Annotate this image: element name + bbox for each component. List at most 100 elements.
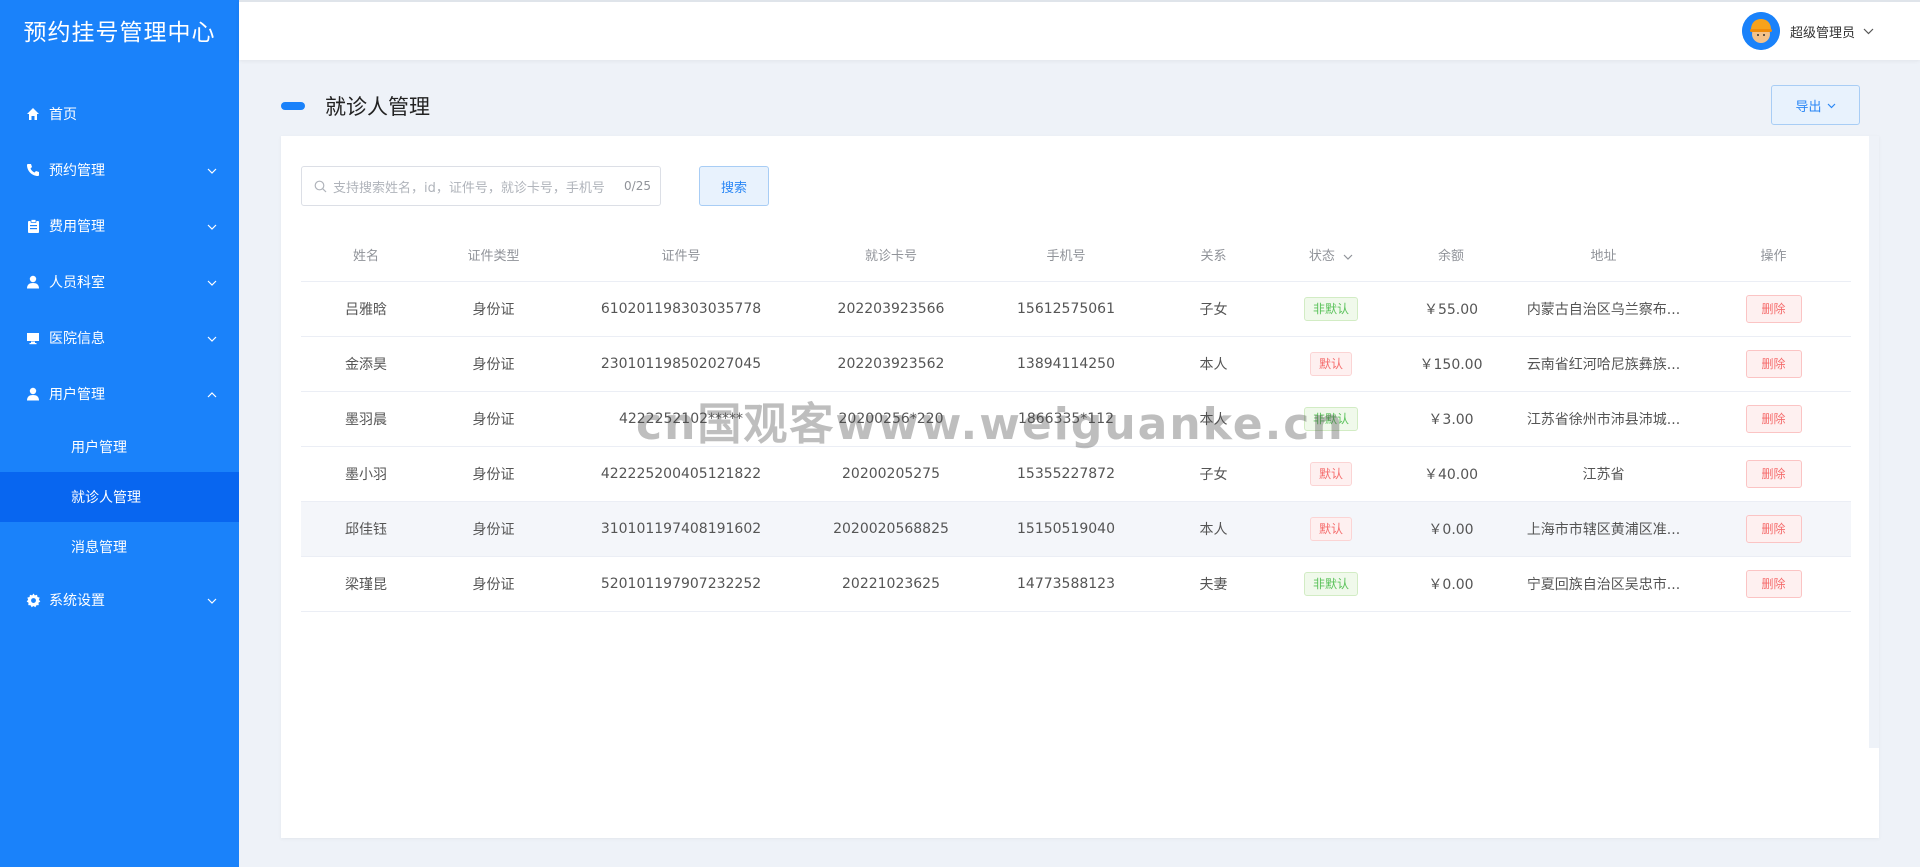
username: 超级管理员 [1789, 25, 1855, 41]
delete-button[interactable]: 删除 [1745, 460, 1802, 488]
scrollbar[interactable] [1869, 136, 1879, 748]
users-submenu: 用户管理 就诊人管理 消息管理 [0, 422, 239, 572]
cell-phone: 14773588123 [1017, 576, 1115, 592]
sidebar-item-home[interactable]: 首页 [0, 86, 239, 142]
sidebar-subitem-patient-management[interactable]: 就诊人管理 [0, 472, 239, 522]
delete-button[interactable]: 删除 [1745, 515, 1802, 543]
table-body: 吕雅晗 身份证 610201198303035778 202203923566 1561… [301, 282, 1851, 612]
cell-address: 江苏省徐州市沛县沛城... [1526, 412, 1681, 428]
avatar [1741, 12, 1780, 50]
chevron-down-icon [207, 218, 217, 234]
cell-balance: ￥0.00 [1428, 577, 1474, 593]
sidebar-subitem-user-management[interactable]: 用户管理 [0, 422, 239, 472]
app-title: 预约挂号管理中心 [23, 20, 216, 46]
cell-actions: 删除 [1696, 405, 1851, 433]
sidebar-item-label: 用户管理 [49, 387, 105, 403]
column-header: 就诊卡号 [864, 249, 917, 264]
status-filter-header[interactable]: 状态 [1271, 245, 1391, 264]
column-header: 证件号 [661, 249, 701, 264]
search-input[interactable]: 支持搜索姓名，id，证件号，就诊卡号，手机号 0/25 [301, 166, 661, 206]
cell-balance: ￥55.00 [1423, 302, 1479, 318]
cell-phone: 15355227872 [1017, 466, 1115, 482]
sidebar-item-staff[interactable]: 人员科室 [0, 254, 239, 310]
cell-name: 墨小羽 [345, 467, 387, 483]
top-header: 超级管理员 [239, 0, 1920, 60]
cell-id-type: 身份证 [472, 302, 515, 318]
status-badge: 非默认 [1303, 407, 1358, 431]
sidebar-item-label: 系统设置 [49, 593, 105, 609]
cell-id-number: 310101197408191602 [600, 521, 762, 537]
sidebar-subitem-message-management[interactable]: 消息管理 [0, 522, 239, 572]
cell-address: 上海市市辖区黄浦区准... [1526, 522, 1681, 538]
patients-card: 支持搜索姓名，id，证件号，就诊卡号，手机号 0/25 搜索 姓名 证件类型 证… [281, 136, 1879, 838]
delete-button[interactable]: 删除 [1745, 350, 1802, 378]
title-accent [281, 102, 305, 110]
cell-id-number: 230101198502027045 [600, 356, 762, 372]
cell-id-type: 身份证 [472, 522, 515, 538]
status-badge: 默认 [1309, 517, 1352, 541]
cell-name: 吕雅晗 [345, 302, 387, 318]
cell-id-number: 520101197907232252 [600, 576, 762, 592]
delete-button[interactable]: 删除 [1745, 295, 1802, 323]
column-header: 手机号 [1046, 249, 1086, 264]
cell-card-number: 2020020568825 [833, 521, 949, 537]
sidebar-item-settings[interactable]: 系统设置 [0, 572, 239, 628]
delete-button[interactable]: 删除 [1745, 405, 1802, 433]
cell-id-type: 身份证 [472, 412, 515, 428]
sidebar: 预约挂号管理中心 首页 预约管理 费用管理 人员科室 医院信息 用户管理 用户管… [0, 0, 239, 867]
page-title-bar: 就诊人管理 [281, 86, 430, 126]
cell-id-number: 422225200405121822 [600, 466, 762, 482]
cell-name: 梁瑾昆 [345, 577, 387, 593]
home-icon [25, 106, 41, 122]
cell-name: 邱佳钰 [345, 522, 387, 538]
cell-id-type: 身份证 [472, 577, 515, 593]
sidebar-item-users[interactable]: 用户管理 [0, 366, 239, 422]
cell-card-number: 20200256*220 [838, 411, 944, 427]
sidebar-item-appointments[interactable]: 预约管理 [0, 142, 239, 198]
chevron-up-icon [207, 386, 217, 402]
search-icon [314, 180, 327, 193]
sidebar-item-fees[interactable]: 费用管理 [0, 198, 239, 254]
search-button[interactable]: 搜索 [699, 166, 769, 206]
cell-card-number: 20221023625 [842, 576, 940, 592]
column-header: 余额 [1437, 249, 1464, 264]
cell-actions: 删除 [1696, 295, 1851, 323]
cell-status: 默认 [1271, 352, 1391, 376]
sidebar-menu: 首页 预约管理 费用管理 人员科室 医院信息 用户管理 用户管理 就诊人管理 消… [0, 86, 239, 628]
export-button[interactable]: 导出 [1771, 85, 1860, 125]
chevron-down-icon [207, 330, 217, 346]
cell-address: 云南省红河哈尼族彝族... [1526, 357, 1681, 373]
clipboard-icon [25, 218, 41, 234]
cell-status: 非默认 [1271, 297, 1391, 321]
cell-status: 默认 [1271, 462, 1391, 486]
cell-card-number: 20200205275 [842, 466, 940, 482]
cell-id-type: 身份证 [472, 467, 515, 483]
cell-phone: 15612575061 [1017, 301, 1115, 317]
cell-name: 墨羽晨 [345, 412, 387, 428]
table-row: 金添昊 身份证 230101198502027045 202203923562 1389… [301, 337, 1851, 392]
export-label: 导出 [1795, 99, 1822, 115]
cell-phone: 13894114250 [1017, 356, 1115, 372]
sidebar-item-label: 人员科室 [49, 275, 105, 291]
user-menu[interactable]: 超级管理员 [1741, 12, 1874, 50]
sidebar-item-label: 首页 [49, 107, 77, 123]
chevron-down-icon [207, 274, 217, 290]
cell-relation: 子女 [1199, 302, 1228, 318]
sidebar-item-hospital[interactable]: 医院信息 [0, 310, 239, 366]
person-icon [25, 386, 41, 402]
delete-button[interactable]: 删除 [1745, 570, 1802, 598]
cell-status: 非默认 [1271, 572, 1391, 596]
cell-relation: 本人 [1199, 522, 1228, 538]
person-icon [25, 274, 41, 290]
cell-card-number: 202203923566 [837, 301, 945, 317]
status-badge: 非默认 [1303, 572, 1358, 596]
phone-icon [25, 162, 41, 178]
cell-status: 非默认 [1271, 407, 1391, 431]
sidebar-item-label: 医院信息 [49, 331, 105, 347]
cell-id-number: 610201198303035778 [600, 301, 762, 317]
chevron-down-icon [207, 592, 217, 608]
cell-relation: 子女 [1199, 467, 1228, 483]
cell-id-number: 4222252102***** [618, 411, 744, 427]
cell-address: 江苏省 [1582, 467, 1625, 483]
chevron-down-icon [1863, 24, 1874, 39]
